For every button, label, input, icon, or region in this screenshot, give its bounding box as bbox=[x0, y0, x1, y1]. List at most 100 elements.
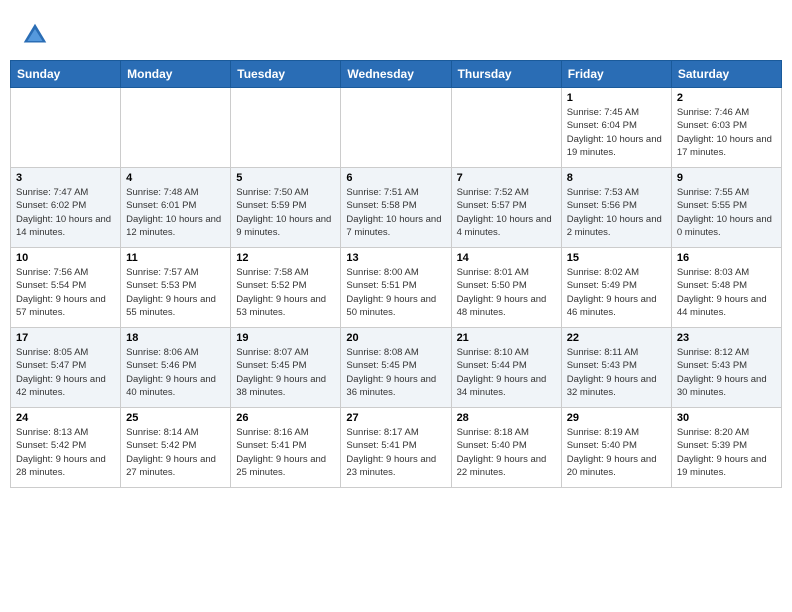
day-info: Sunrise: 7:58 AM Sunset: 5:52 PM Dayligh… bbox=[236, 266, 335, 319]
sunrise-text: Sunrise: 7:51 AM bbox=[346, 187, 418, 198]
daylight-text: Daylight: 9 hours and 32 minutes. bbox=[567, 374, 657, 398]
daylight-text: Daylight: 9 hours and 34 minutes. bbox=[457, 374, 547, 398]
day-info: Sunrise: 8:08 AM Sunset: 5:45 PM Dayligh… bbox=[346, 346, 445, 399]
daylight-text: Daylight: 9 hours and 36 minutes. bbox=[346, 374, 436, 398]
sunrise-text: Sunrise: 8:12 AM bbox=[677, 347, 749, 358]
calendar-week-2: 3 Sunrise: 7:47 AM Sunset: 6:02 PM Dayli… bbox=[11, 168, 782, 248]
day-info: Sunrise: 8:11 AM Sunset: 5:43 PM Dayligh… bbox=[567, 346, 666, 399]
calendar-week-3: 10 Sunrise: 7:56 AM Sunset: 5:54 PM Dayl… bbox=[11, 248, 782, 328]
day-number: 27 bbox=[346, 412, 445, 424]
calendar-cell: 27 Sunrise: 8:17 AM Sunset: 5:41 PM Dayl… bbox=[341, 408, 451, 488]
sunrise-text: Sunrise: 8:07 AM bbox=[236, 347, 308, 358]
daylight-text: Daylight: 10 hours and 4 minutes. bbox=[457, 214, 552, 238]
daylight-text: Daylight: 9 hours and 27 minutes. bbox=[126, 454, 216, 478]
sunrise-text: Sunrise: 7:55 AM bbox=[677, 187, 749, 198]
daylight-text: Daylight: 9 hours and 50 minutes. bbox=[346, 294, 436, 318]
calendar-cell: 29 Sunrise: 8:19 AM Sunset: 5:40 PM Dayl… bbox=[561, 408, 671, 488]
calendar-cell: 18 Sunrise: 8:06 AM Sunset: 5:46 PM Dayl… bbox=[121, 328, 231, 408]
day-info: Sunrise: 8:03 AM Sunset: 5:48 PM Dayligh… bbox=[677, 266, 776, 319]
calendar-cell: 22 Sunrise: 8:11 AM Sunset: 5:43 PM Dayl… bbox=[561, 328, 671, 408]
sunrise-text: Sunrise: 7:53 AM bbox=[567, 187, 639, 198]
sunset-text: Sunset: 5:49 PM bbox=[567, 280, 637, 291]
weekday-header-friday: Friday bbox=[561, 61, 671, 88]
day-number: 4 bbox=[126, 172, 225, 184]
day-number: 30 bbox=[677, 412, 776, 424]
day-info: Sunrise: 8:06 AM Sunset: 5:46 PM Dayligh… bbox=[126, 346, 225, 399]
day-info: Sunrise: 8:02 AM Sunset: 5:49 PM Dayligh… bbox=[567, 266, 666, 319]
sunset-text: Sunset: 5:55 PM bbox=[677, 200, 747, 211]
page-header bbox=[10, 10, 782, 55]
day-number: 22 bbox=[567, 332, 666, 344]
day-number: 15 bbox=[567, 252, 666, 264]
sunset-text: Sunset: 6:02 PM bbox=[16, 200, 86, 211]
daylight-text: Daylight: 9 hours and 23 minutes. bbox=[346, 454, 436, 478]
sunset-text: Sunset: 5:56 PM bbox=[567, 200, 637, 211]
sunset-text: Sunset: 5:44 PM bbox=[457, 360, 527, 371]
day-info: Sunrise: 7:52 AM Sunset: 5:57 PM Dayligh… bbox=[457, 186, 556, 239]
daylight-text: Daylight: 9 hours and 19 minutes. bbox=[677, 454, 767, 478]
calendar-cell: 8 Sunrise: 7:53 AM Sunset: 5:56 PM Dayli… bbox=[561, 168, 671, 248]
sunrise-text: Sunrise: 8:16 AM bbox=[236, 427, 308, 438]
day-info: Sunrise: 7:45 AM Sunset: 6:04 PM Dayligh… bbox=[567, 106, 666, 159]
weekday-header-saturday: Saturday bbox=[671, 61, 781, 88]
sunset-text: Sunset: 5:40 PM bbox=[567, 440, 637, 451]
day-info: Sunrise: 7:55 AM Sunset: 5:55 PM Dayligh… bbox=[677, 186, 776, 239]
daylight-text: Daylight: 9 hours and 20 minutes. bbox=[567, 454, 657, 478]
day-info: Sunrise: 7:53 AM Sunset: 5:56 PM Dayligh… bbox=[567, 186, 666, 239]
day-info: Sunrise: 8:12 AM Sunset: 5:43 PM Dayligh… bbox=[677, 346, 776, 399]
day-info: Sunrise: 8:19 AM Sunset: 5:40 PM Dayligh… bbox=[567, 426, 666, 479]
sunset-text: Sunset: 5:40 PM bbox=[457, 440, 527, 451]
calendar-cell: 10 Sunrise: 7:56 AM Sunset: 5:54 PM Dayl… bbox=[11, 248, 121, 328]
calendar-cell: 15 Sunrise: 8:02 AM Sunset: 5:49 PM Dayl… bbox=[561, 248, 671, 328]
weekday-header-thursday: Thursday bbox=[451, 61, 561, 88]
sunrise-text: Sunrise: 8:18 AM bbox=[457, 427, 529, 438]
calendar-cell: 3 Sunrise: 7:47 AM Sunset: 6:02 PM Dayli… bbox=[11, 168, 121, 248]
daylight-text: Daylight: 10 hours and 2 minutes. bbox=[567, 214, 662, 238]
sunset-text: Sunset: 5:52 PM bbox=[236, 280, 306, 291]
calendar-cell: 7 Sunrise: 7:52 AM Sunset: 5:57 PM Dayli… bbox=[451, 168, 561, 248]
sunrise-text: Sunrise: 8:00 AM bbox=[346, 267, 418, 278]
day-number: 2 bbox=[677, 92, 776, 104]
daylight-text: Daylight: 9 hours and 25 minutes. bbox=[236, 454, 326, 478]
calendar-cell: 2 Sunrise: 7:46 AM Sunset: 6:03 PM Dayli… bbox=[671, 88, 781, 168]
day-number: 8 bbox=[567, 172, 666, 184]
day-number: 24 bbox=[16, 412, 115, 424]
daylight-text: Daylight: 9 hours and 53 minutes. bbox=[236, 294, 326, 318]
sunset-text: Sunset: 5:41 PM bbox=[236, 440, 306, 451]
daylight-text: Daylight: 10 hours and 19 minutes. bbox=[567, 134, 662, 158]
day-number: 28 bbox=[457, 412, 556, 424]
daylight-text: Daylight: 9 hours and 28 minutes. bbox=[16, 454, 106, 478]
day-number: 6 bbox=[346, 172, 445, 184]
daylight-text: Daylight: 10 hours and 0 minutes. bbox=[677, 214, 772, 238]
calendar-cell: 12 Sunrise: 7:58 AM Sunset: 5:52 PM Dayl… bbox=[231, 248, 341, 328]
sunrise-text: Sunrise: 8:19 AM bbox=[567, 427, 639, 438]
sunset-text: Sunset: 5:51 PM bbox=[346, 280, 416, 291]
calendar-cell bbox=[231, 88, 341, 168]
calendar-cell bbox=[121, 88, 231, 168]
daylight-text: Daylight: 10 hours and 12 minutes. bbox=[126, 214, 221, 238]
daylight-text: Daylight: 10 hours and 9 minutes. bbox=[236, 214, 331, 238]
calendar-cell: 26 Sunrise: 8:16 AM Sunset: 5:41 PM Dayl… bbox=[231, 408, 341, 488]
daylight-text: Daylight: 9 hours and 48 minutes. bbox=[457, 294, 547, 318]
day-number: 13 bbox=[346, 252, 445, 264]
sunset-text: Sunset: 5:46 PM bbox=[126, 360, 196, 371]
day-info: Sunrise: 8:07 AM Sunset: 5:45 PM Dayligh… bbox=[236, 346, 335, 399]
day-number: 7 bbox=[457, 172, 556, 184]
daylight-text: Daylight: 9 hours and 40 minutes. bbox=[126, 374, 216, 398]
day-number: 18 bbox=[126, 332, 225, 344]
sunset-text: Sunset: 5:43 PM bbox=[567, 360, 637, 371]
calendar-cell: 24 Sunrise: 8:13 AM Sunset: 5:42 PM Dayl… bbox=[11, 408, 121, 488]
calendar-cell: 9 Sunrise: 7:55 AM Sunset: 5:55 PM Dayli… bbox=[671, 168, 781, 248]
weekday-header-monday: Monday bbox=[121, 61, 231, 88]
day-number: 1 bbox=[567, 92, 666, 104]
day-info: Sunrise: 8:18 AM Sunset: 5:40 PM Dayligh… bbox=[457, 426, 556, 479]
day-number: 20 bbox=[346, 332, 445, 344]
sunset-text: Sunset: 5:54 PM bbox=[16, 280, 86, 291]
sunset-text: Sunset: 5:57 PM bbox=[457, 200, 527, 211]
calendar-week-4: 17 Sunrise: 8:05 AM Sunset: 5:47 PM Dayl… bbox=[11, 328, 782, 408]
sunrise-text: Sunrise: 8:17 AM bbox=[346, 427, 418, 438]
day-number: 16 bbox=[677, 252, 776, 264]
sunrise-text: Sunrise: 7:46 AM bbox=[677, 107, 749, 118]
calendar-cell: 6 Sunrise: 7:51 AM Sunset: 5:58 PM Dayli… bbox=[341, 168, 451, 248]
day-info: Sunrise: 8:14 AM Sunset: 5:42 PM Dayligh… bbox=[126, 426, 225, 479]
